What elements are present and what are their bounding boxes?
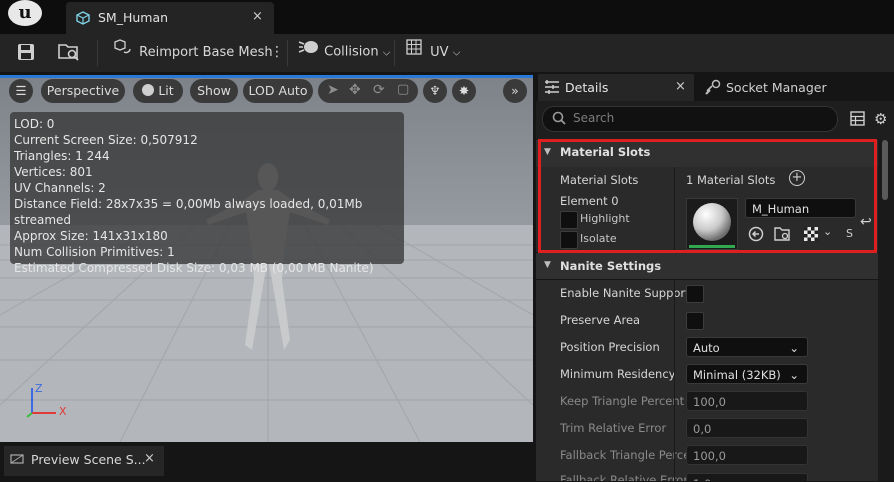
keep-triangle-percent-field[interactable]: 100,0 xyxy=(686,391,808,411)
tab-title: SM_Human xyxy=(98,10,169,25)
scrollbar-thumb[interactable] xyxy=(882,140,888,200)
search-input[interactable]: Search xyxy=(542,106,838,132)
collapse-arrow-icon: ▼ xyxy=(544,260,551,270)
snap-icon[interactable]: ✸ xyxy=(452,79,476,103)
more-viewport-button[interactable]: » xyxy=(503,79,527,103)
stats-overlay: LOD: 0 Current Screen Size: 0,507912 Tri… xyxy=(10,112,404,275)
viewport-focus-line xyxy=(0,75,533,78)
tab-close-icon[interactable]: × xyxy=(675,79,686,94)
preserve-area-checkbox[interactable] xyxy=(686,312,704,330)
row-trim-relative-error: Trim Relative Error 0,0 xyxy=(536,415,878,443)
tab-label: Details xyxy=(565,80,609,95)
prop-label: Preserve Area xyxy=(560,313,641,327)
scale-icon[interactable]: ▢ xyxy=(397,82,409,97)
socket-icon xyxy=(704,79,722,98)
prop-label: Minimum Residency xyxy=(560,367,676,381)
tab-close-icon[interactable]: × xyxy=(144,451,155,466)
chevron-down-icon: ⌵ xyxy=(382,47,391,59)
combo-value: Auto xyxy=(693,341,720,355)
prop-label: Position Precision xyxy=(560,340,660,354)
stat-line: UV Channels: 2 xyxy=(14,181,106,195)
reimport-base-mesh-button[interactable]: Reimport Base Mesh xyxy=(112,34,273,72)
stat-line: Distance Field: 28x7x35 = 0,00Mb always … xyxy=(14,197,363,227)
details-icon xyxy=(544,80,560,97)
select-icon[interactable]: ➤ xyxy=(327,82,339,98)
stat-line: Current Screen Size: 0,507912 xyxy=(14,133,198,147)
category-nanite-settings[interactable]: ▼ Nanite Settings xyxy=(536,253,878,280)
prop-label: Enable Nanite Support xyxy=(560,286,690,300)
grip-icon xyxy=(10,452,24,469)
prop-label: Trim Relative Error xyxy=(560,421,667,435)
row-enable-nanite-support: Enable Nanite Support xyxy=(536,280,878,308)
stat-line: Approx Size: 141x31x180 xyxy=(14,229,168,243)
enable-nanite-checkbox[interactable] xyxy=(686,285,704,303)
stat-line: Triangles: 1 244 xyxy=(14,149,110,163)
axis-x-label: X xyxy=(59,405,67,418)
tab-label: Socket Manager xyxy=(726,80,827,95)
rotate-icon[interactable]: ⟳ xyxy=(373,82,385,98)
lod-button[interactable]: LOD Auto xyxy=(243,79,313,103)
chevron-down-icon: ⌵ xyxy=(452,47,461,59)
lit-label: Lit xyxy=(158,83,174,98)
static-mesh-icon xyxy=(76,11,90,25)
stat-line: LOD: 0 xyxy=(14,117,55,131)
highlight-annotation-box xyxy=(538,139,877,253)
lit-sphere-icon xyxy=(142,84,155,96)
collision-label: Collision xyxy=(324,44,379,60)
position-precision-dropdown[interactable]: Auto ⌄ xyxy=(686,337,808,357)
tab-label: Preview Scene S... xyxy=(31,452,146,467)
row-position-precision: Position Precision Auto ⌄ xyxy=(536,334,878,362)
row-preserve-area: Preserve Area xyxy=(536,307,878,335)
toolbar-divider xyxy=(287,40,288,66)
viewport-menu-icon[interactable]: ☰ xyxy=(9,79,33,103)
toolbar-divider xyxy=(97,40,98,66)
minimum-residency-dropdown[interactable]: Minimal (32KB) ⌄ xyxy=(686,364,808,384)
settings-gear-icon[interactable]: ⚙ xyxy=(874,110,887,128)
browse-folder-icon[interactable] xyxy=(58,42,80,65)
prop-label: Fallback Triangle Perce xyxy=(560,448,691,462)
search-placeholder: Search xyxy=(573,111,615,125)
category-title: Nanite Settings xyxy=(560,259,662,273)
chevron-down-icon: ⌄ xyxy=(789,341,799,355)
show-button[interactable]: Show xyxy=(190,79,238,103)
camera-speed-icon[interactable]: ♆ xyxy=(423,79,447,103)
axis-gizmo: Z X xyxy=(24,380,74,420)
stat-line: Num Collision Primitives: 1 xyxy=(14,245,175,259)
reimport-icon xyxy=(112,34,132,70)
search-icon xyxy=(552,111,566,128)
row-fallback-triangle-percent: Fallback Triangle Perce 100,0 xyxy=(536,442,878,470)
more-options-icon[interactable]: ⋮ xyxy=(270,44,284,60)
save-icon[interactable] xyxy=(17,43,35,64)
uv-label: UV xyxy=(430,44,449,60)
tab-details[interactable]: Details × xyxy=(538,74,694,101)
uv-grid-icon xyxy=(406,34,424,70)
trim-relative-error-field[interactable]: 0,0 xyxy=(686,418,808,438)
toolbar-divider xyxy=(394,40,395,66)
row-minimum-residency: Minimum Residency Minimal (32KB) ⌄ xyxy=(536,361,878,389)
move-icon[interactable]: ✥ xyxy=(349,82,361,98)
view-options-icon[interactable] xyxy=(850,111,865,129)
collision-dropdown[interactable]: Collision ⌵ xyxy=(298,34,390,72)
tab-sm-human[interactable]: SM_Human × xyxy=(66,2,274,34)
row-keep-triangle-percent: Keep Triangle Percent 100,0 xyxy=(536,388,878,416)
tab-close-icon[interactable]: × xyxy=(252,9,263,24)
chevron-down-icon: ⌄ xyxy=(789,368,799,382)
combo-value: Minimal (32KB) xyxy=(693,368,781,382)
axis-z-label: Z xyxy=(35,382,43,395)
uv-dropdown[interactable]: UV ⌵ xyxy=(406,34,460,72)
transform-toolbar: ➤ ✥ ⟳ ▢ xyxy=(318,79,418,103)
prop-label: Keep Triangle Percent xyxy=(560,394,685,408)
perspective-button[interactable]: Perspective xyxy=(41,79,125,103)
unreal-logo[interactable]: u xyxy=(8,0,42,26)
reimport-label: Reimport Base Mesh xyxy=(139,44,273,60)
mesh-viewport[interactable]: ☰ Perspective Lit Show LOD Auto ➤ ✥ ⟳ ▢ … xyxy=(0,75,533,442)
fallback-triangle-percent-field[interactable]: 100,0 xyxy=(686,445,808,465)
stat-line: Estimated Compressed Disk Size: 0,03 MB … xyxy=(14,261,374,275)
lit-button[interactable]: Lit xyxy=(133,79,183,103)
tab-preview-scene[interactable]: Preview Scene S... × xyxy=(4,446,164,476)
stat-line: Vertices: 801 xyxy=(14,165,93,179)
collision-icon xyxy=(298,34,320,70)
row-fallback-relative-error: Fallback Relative Error 1,0 xyxy=(536,469,878,482)
